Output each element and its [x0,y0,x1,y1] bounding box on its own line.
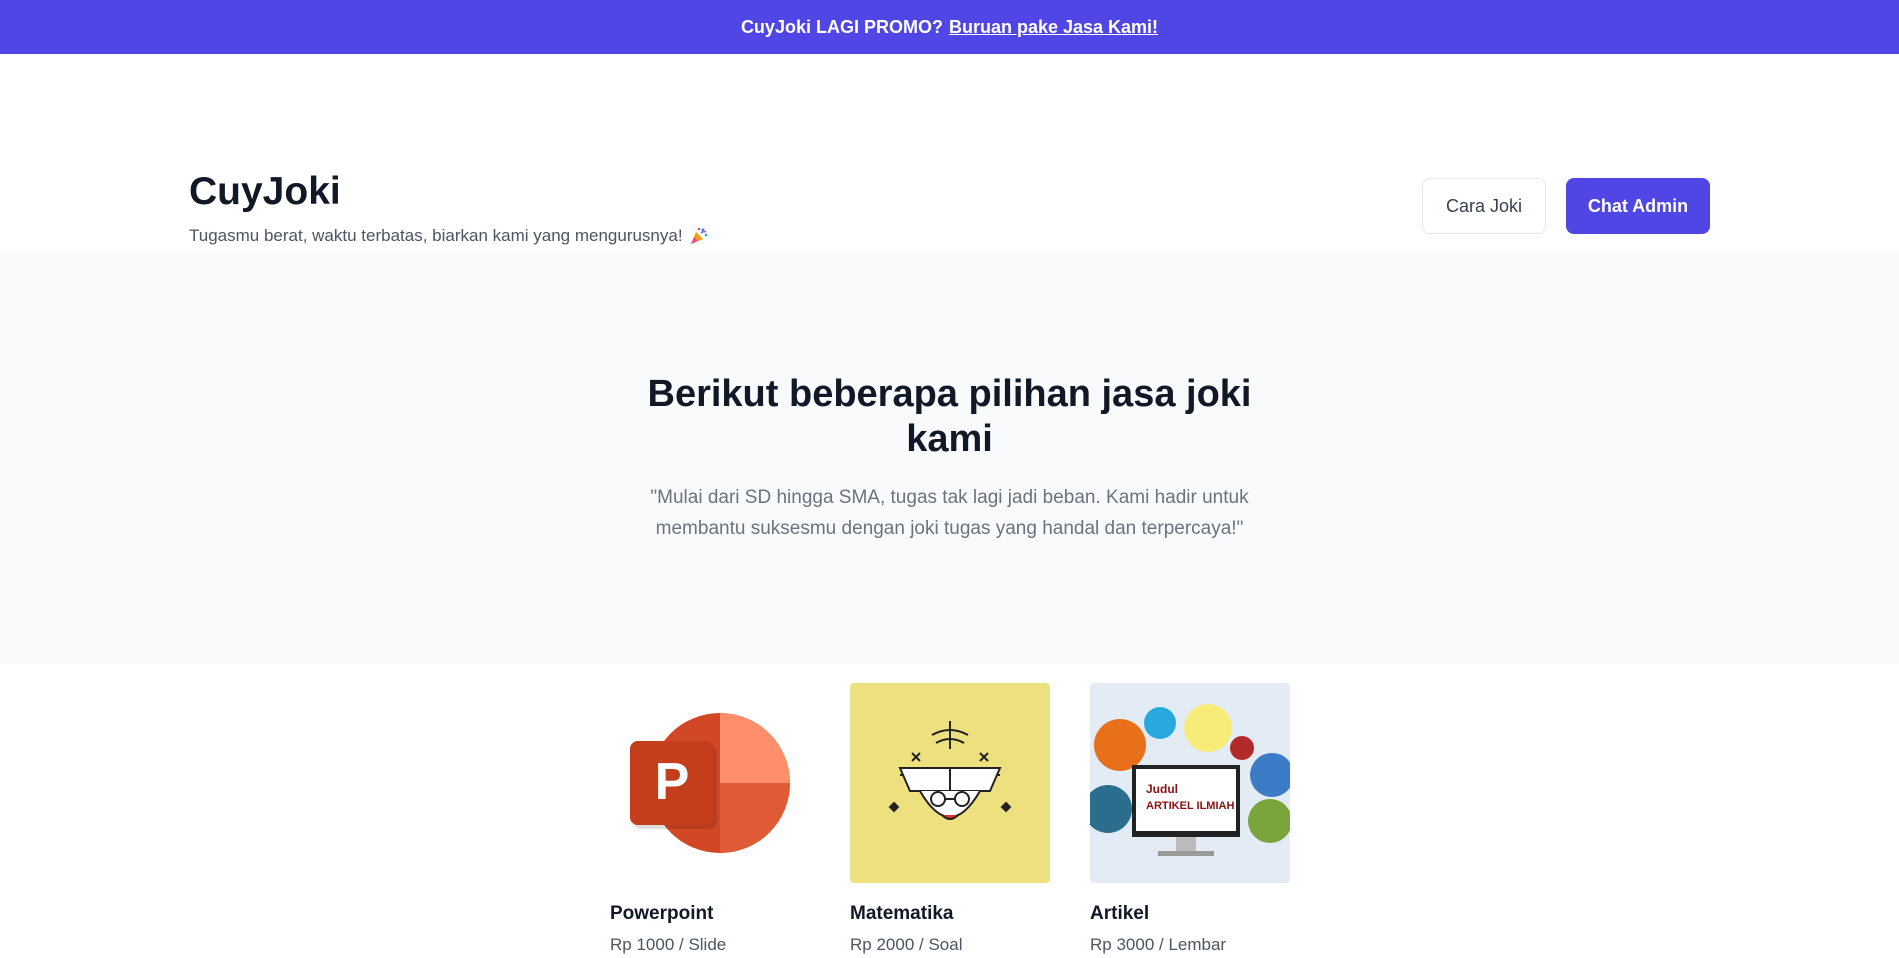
product-name: Artikel [1090,903,1150,924]
product-name: Powerpoint [610,903,714,924]
chat-admin-button[interactable]: Chat Admin [1566,178,1710,234]
powerpoint-icon: P [610,683,810,883]
product-price: Rp 1000 / Slide [610,935,727,954]
hero-title: Berikut beberapa pilihan jasa joki kami [647,373,1252,460]
promo-link[interactable]: Buruan pake Jasa Kami! [949,17,1158,38]
hero-quote: "Mulai dari SD hingga SMA, tugas tak lag… [650,487,1249,539]
product-name: Matematika [850,903,954,924]
product-card-matematika[interactable]: Matematika Rp 2000 / Soal [850,683,1050,955]
header-actions: Cara Joki Chat Admin [1422,178,1710,234]
brand-title: CuyJoki [189,170,341,213]
tagline-text: Tugasmu berat, waktu terbatas, biarkan k… [189,226,683,245]
product-card-artikel[interactable]: Judul ARTIKEL ILMIAH Artikel Rp 3000 / L… [1090,683,1290,955]
cara-joki-button[interactable]: Cara Joki [1422,178,1546,234]
promo-banner: CuyJoki LAGI PROMO? Buruan pake Jasa Kam… [0,0,1899,54]
product-list: P Powerpoint Rp 1000 / Slide Matematika … [0,663,1899,958]
product-price: Rp 3000 / Lembar [1090,935,1227,954]
tagline: Tugasmu berat, waktu terbatas, biarkan k… [189,226,709,246]
math-student-icon [850,683,1050,883]
svg-text:P: P [655,753,690,811]
product-price: Rp 2000 / Soal [850,935,963,954]
scientific-article-icon: Judul ARTIKEL ILMIAH [1090,683,1290,883]
product-card-powerpoint[interactable]: P Powerpoint Rp 1000 / Slide [610,683,810,955]
party-popper-icon [689,226,709,246]
promo-text: CuyJoki LAGI PROMO? [740,16,943,37]
artikel-image-line2: ARTIKEL ILMIAH [1146,800,1234,812]
site-header: CuyJoki Tugasmu berat, waktu terbatas, b… [0,54,1899,251]
brand: CuyJoki Tugasmu berat, waktu terbatas, b… [189,168,709,246]
artikel-image-line1: Judul [1146,782,1178,796]
hero-section: Berikut beberapa pilihan jasa joki kami … [0,251,1899,663]
